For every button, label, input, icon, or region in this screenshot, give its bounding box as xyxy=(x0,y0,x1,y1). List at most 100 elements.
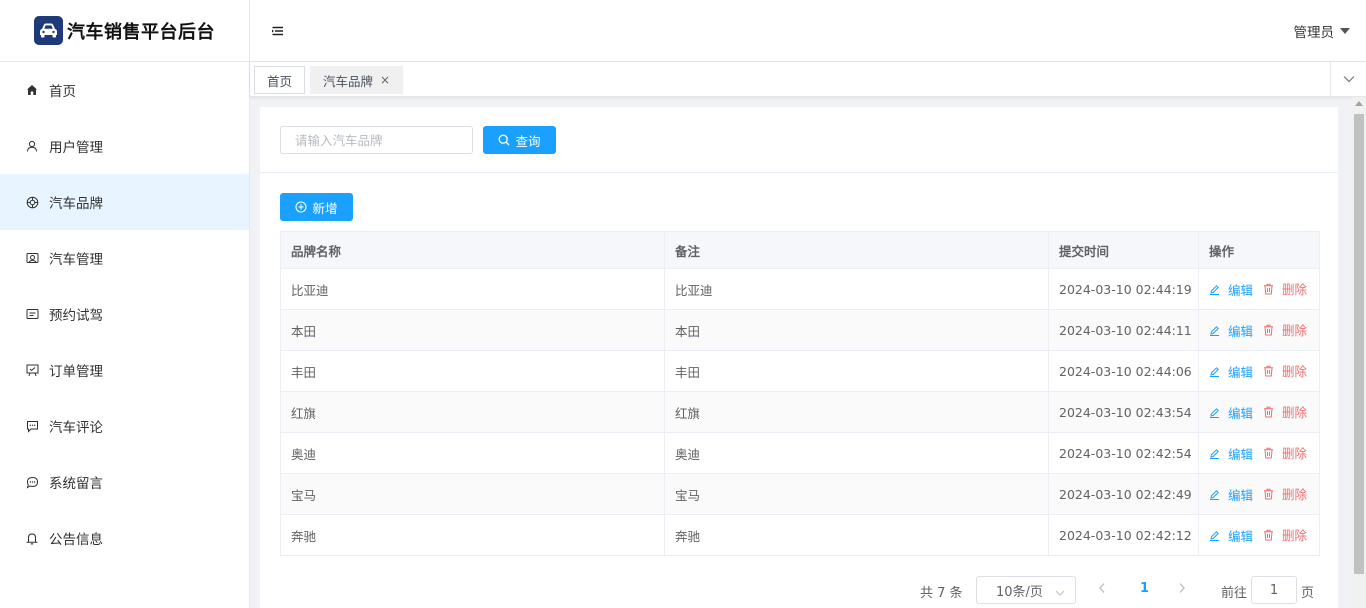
cell-note: 比亚迪 xyxy=(664,268,1049,310)
edit-button[interactable]: 编辑 xyxy=(1209,280,1253,299)
cell-submit-time: 2024-03-10 02:43:54 xyxy=(1048,391,1199,433)
edit-icon xyxy=(1209,489,1224,500)
logo: 汽车销售平台后台 xyxy=(0,0,249,62)
edit-button[interactable]: 编辑 xyxy=(1209,526,1253,545)
sidebar-item-test-drive[interactable]: 预约试驾 xyxy=(0,286,249,342)
close-icon[interactable]: × xyxy=(380,73,390,87)
delete-button[interactable]: 删除 xyxy=(1263,320,1307,339)
column-header-brand-name: 品牌名称 xyxy=(280,231,665,269)
search-icon xyxy=(498,134,510,146)
cell-submit-time: 2024-03-10 02:42:54 xyxy=(1048,432,1199,474)
sidebar-item-comments[interactable]: 汽车评论 xyxy=(0,398,249,454)
sidebar-item-orders[interactable]: 订单管理 xyxy=(0,342,249,398)
edit-icon xyxy=(1209,284,1224,295)
cell-note: 红旗 xyxy=(664,391,1049,433)
order-icon xyxy=(25,363,39,377)
prev-page-icon[interactable] xyxy=(1098,582,1106,598)
edit-label: 编辑 xyxy=(1228,364,1254,380)
cell-brand-name: 本田 xyxy=(280,309,665,351)
cell-note: 丰田 xyxy=(664,350,1049,392)
sidebar-item-label: 首页 xyxy=(49,84,76,100)
edit-label: 编辑 xyxy=(1228,446,1254,462)
goto-page-input[interactable] xyxy=(1251,576,1297,604)
tab-home[interactable]: 首页 xyxy=(254,66,306,94)
cell-note: 本田 xyxy=(664,309,1049,351)
edit-icon xyxy=(1209,366,1224,377)
app-title: 汽车销售平台后台 xyxy=(67,21,215,43)
next-page-icon[interactable] xyxy=(1178,582,1186,598)
column-header-note: 备注 xyxy=(664,231,1049,269)
delete-label: 删除 xyxy=(1282,323,1308,339)
scrollbar-thumb[interactable] xyxy=(1354,114,1364,574)
add-button[interactable]: 新增 xyxy=(280,193,353,221)
caret-down-icon xyxy=(1340,27,1350,34)
column-header-submit-time: 提交时间 xyxy=(1048,231,1199,269)
main-card: 查询 新增 品牌名称 备注 提交时间 操作 比亚迪比亚迪 2024-03-10 0… xyxy=(260,107,1338,608)
delete-icon xyxy=(1263,529,1278,541)
sidebar-item-label: 公告信息 xyxy=(49,532,103,548)
edit-button[interactable]: 编辑 xyxy=(1209,362,1253,381)
delete-icon xyxy=(1263,406,1278,418)
sidebar: 汽车销售平台后台 首页 用户管理 汽车品牌 汽车管理 预约试驾 订单管理 汽车评… xyxy=(0,0,250,608)
cell-brand-name: 奥迪 xyxy=(280,432,665,474)
sidebar-item-label: 汽车品牌 xyxy=(49,196,103,212)
sidebar-item-label: 用户管理 xyxy=(49,140,103,156)
edit-icon xyxy=(1209,448,1224,459)
cell-actions: 编辑 删除 xyxy=(1198,268,1320,310)
delete-icon xyxy=(1263,283,1278,295)
cell-brand-name: 奔驰 xyxy=(280,514,665,556)
vertical-scrollbar[interactable] xyxy=(1352,97,1366,608)
delete-button[interactable]: 删除 xyxy=(1263,279,1307,298)
pagination-total: 共 7 条 xyxy=(920,586,963,601)
column-header-actions: 操作 xyxy=(1198,231,1320,269)
sidebar-item-messages[interactable]: 系统留言 xyxy=(0,454,249,510)
table-row: 红旗 红旗 2024-03-10 02:43:54 编辑 删除 xyxy=(280,391,1320,433)
menu-toggle-icon[interactable] xyxy=(272,26,284,36)
brand-search-input[interactable] xyxy=(280,126,473,154)
edit-button[interactable]: 编辑 xyxy=(1209,485,1253,504)
delete-button[interactable]: 删除 xyxy=(1263,361,1307,380)
sidebar-item-car-brand[interactable]: 汽车品牌 xyxy=(0,174,249,230)
sidebar-item-label: 汽车管理 xyxy=(49,252,103,268)
table-row: 丰田 丰田 2024-03-10 02:44:06 编辑 删除 xyxy=(280,350,1320,392)
edit-label: 编辑 xyxy=(1228,282,1254,298)
cell-submit-time: 2024-03-10 02:42:12 xyxy=(1048,514,1199,556)
delete-button[interactable]: 删除 xyxy=(1263,484,1307,503)
page-size-select[interactable]: 10条/页 xyxy=(976,576,1076,604)
cell-actions: 编辑 删除 xyxy=(1198,432,1320,474)
delete-icon xyxy=(1263,447,1278,459)
search-button[interactable]: 查询 xyxy=(483,126,556,154)
delete-button[interactable]: 删除 xyxy=(1263,402,1307,421)
sidebar-item-announcements[interactable]: 公告信息 xyxy=(0,510,249,566)
sidebar-item-label: 预约试驾 xyxy=(49,308,103,324)
delete-label: 删除 xyxy=(1282,364,1308,380)
edit-label: 编辑 xyxy=(1228,528,1254,544)
cell-brand-name: 比亚迪 xyxy=(280,268,665,310)
search-button-label: 查询 xyxy=(515,133,541,149)
scroll-up-arrow-icon[interactable] xyxy=(1355,101,1363,106)
cell-submit-time: 2024-03-10 02:44:06 xyxy=(1048,350,1199,392)
sidebar-item-label: 订单管理 xyxy=(49,364,103,380)
sidebar-item-car-manage[interactable]: 汽车管理 xyxy=(0,230,249,286)
sidebar-item-users[interactable]: 用户管理 xyxy=(0,118,249,174)
edit-label: 编辑 xyxy=(1228,487,1254,503)
tab-car-brand[interactable]: 汽车品牌 × xyxy=(310,66,404,94)
comment-icon xyxy=(25,419,39,433)
user-menu[interactable]: 管理员 xyxy=(1294,21,1350,41)
cell-actions: 编辑 删除 xyxy=(1198,350,1320,392)
sidebar-item-home[interactable]: 首页 xyxy=(0,62,249,118)
plus-circle-icon xyxy=(295,201,308,213)
table-body: 比亚迪 比亚迪 2024-03-10 02:44:19 编辑 删除 本田 本田 2024-03… xyxy=(280,268,1320,556)
car-manage-icon xyxy=(25,251,39,265)
page-number-current[interactable]: 1 xyxy=(1140,581,1149,596)
edit-button[interactable]: 编辑 xyxy=(1209,321,1253,340)
edit-button[interactable]: 编辑 xyxy=(1209,444,1253,463)
user-icon xyxy=(25,139,39,153)
delete-button[interactable]: 删除 xyxy=(1263,443,1307,462)
cell-actions: 编辑 删除 xyxy=(1198,473,1320,515)
chevron-down-icon[interactable] xyxy=(1330,62,1366,96)
table-row: 本田 本田 2024-03-10 02:44:11 编辑 删除 xyxy=(280,309,1320,351)
delete-button[interactable]: 删除 xyxy=(1263,525,1307,544)
edit-button[interactable]: 编辑 xyxy=(1209,403,1253,422)
page-size-label: 10条/页 xyxy=(996,584,1043,600)
